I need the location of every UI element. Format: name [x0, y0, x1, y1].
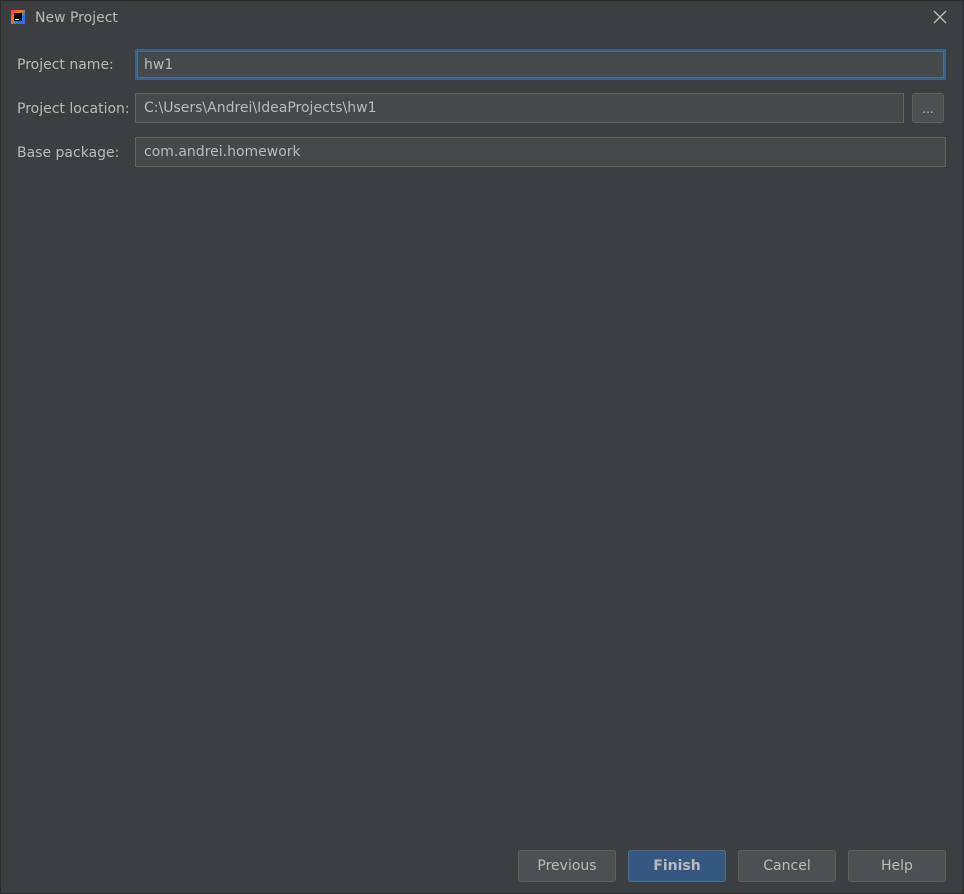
- window-title: New Project: [35, 10, 118, 26]
- project-location-label: Project location:: [17, 101, 130, 117]
- title-bar: New Project: [1, 1, 963, 37]
- project-location-row: Project location: ...: [1, 93, 963, 125]
- browse-button[interactable]: ...: [912, 93, 944, 123]
- base-package-input[interactable]: [135, 137, 946, 167]
- new-project-dialog: New Project Project name: Project locati…: [0, 0, 964, 894]
- project-location-input[interactable]: [135, 93, 904, 123]
- project-name-label: Project name:: [17, 57, 114, 73]
- cancel-button[interactable]: Cancel: [738, 850, 836, 882]
- intellij-idea-icon: [11, 10, 25, 24]
- previous-button[interactable]: Previous: [518, 850, 616, 882]
- base-package-label: Base package:: [17, 145, 120, 161]
- base-package-row: Base package:: [1, 137, 963, 169]
- project-name-input[interactable]: [135, 49, 946, 80]
- finish-button[interactable]: Finish: [628, 850, 726, 882]
- help-button[interactable]: Help: [848, 850, 946, 882]
- close-icon[interactable]: [929, 6, 951, 28]
- project-name-row: Project name:: [1, 49, 963, 81]
